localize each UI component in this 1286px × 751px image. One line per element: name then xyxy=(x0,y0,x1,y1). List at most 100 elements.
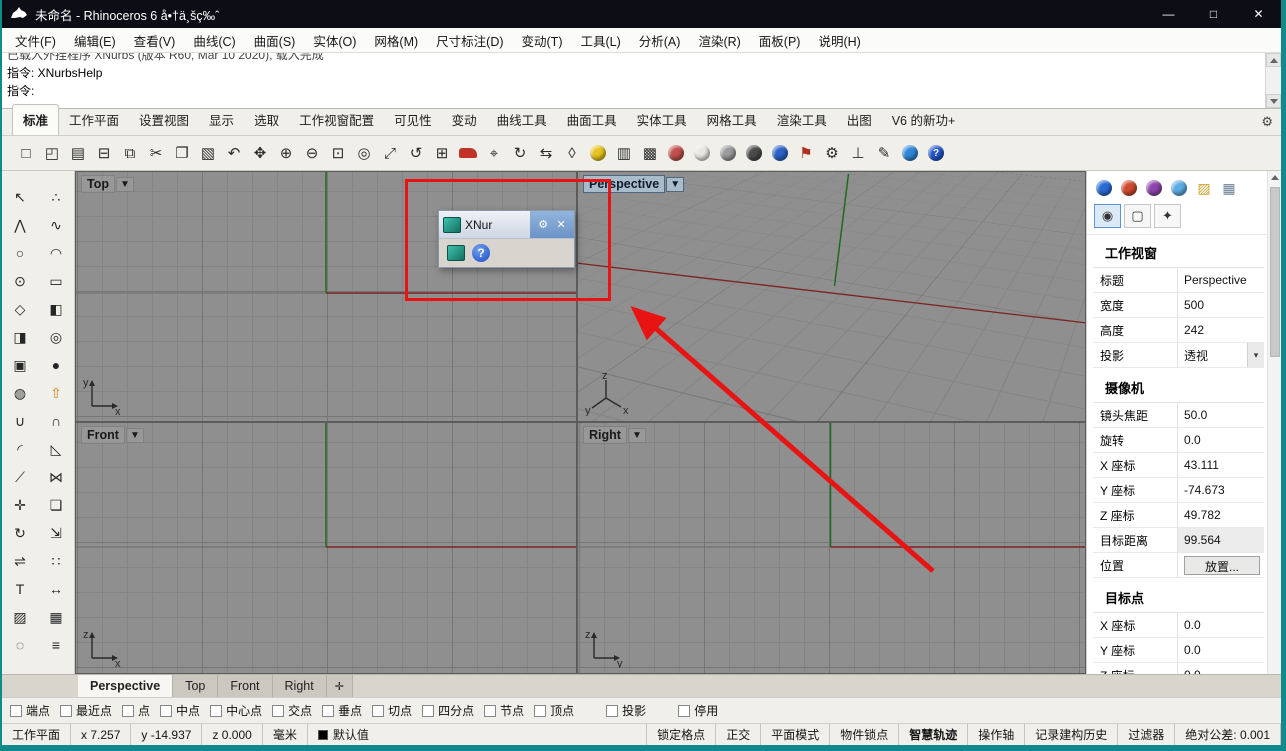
property-value[interactable]: 0.0 xyxy=(1177,613,1264,637)
viewport-camera-icon[interactable]: ◉ xyxy=(1094,204,1121,228)
panel-scrollbar[interactable] xyxy=(1267,171,1281,674)
scale-icon[interactable]: ⇲ xyxy=(43,521,70,545)
viewport-menu-arrow-icon[interactable]: ▼ xyxy=(116,177,134,192)
notes-icon[interactable]: ✎ xyxy=(872,141,896,166)
folder-tab-icon[interactable]: ▨ xyxy=(1194,178,1214,198)
target-mode-icon[interactable]: ✦ xyxy=(1154,204,1181,228)
checkbox-icon[interactable] xyxy=(160,705,172,717)
zoom-out-icon[interactable]: ⊖ xyxy=(300,141,324,166)
toolbar-tab-标准[interactable]: 标准 xyxy=(12,104,59,135)
viewport-top[interactable]: Top ▼ y x xyxy=(75,171,577,422)
property-value[interactable]: 0.0 xyxy=(1177,663,1264,674)
sphere-icon[interactable]: ● xyxy=(43,353,70,377)
layer-icon[interactable]: ≡ xyxy=(43,633,70,657)
toolbar-tab-曲线工具[interactable]: 曲线工具 xyxy=(487,105,557,135)
hide-object-icon[interactable]: ◌ xyxy=(7,633,34,657)
layers-tab-icon[interactable] xyxy=(1144,178,1164,198)
xnurbs-close-icon[interactable]: ✕ xyxy=(556,218,565,231)
property-value[interactable]: 49.782 xyxy=(1177,503,1264,527)
toolbar-tab-设置视图[interactable]: 设置视图 xyxy=(129,105,199,135)
property-value[interactable]: 50.0 xyxy=(1177,403,1264,427)
osnap-节点[interactable]: 节点 xyxy=(484,702,524,719)
property-value[interactable]: -74.673 xyxy=(1177,478,1264,502)
shaded-mode-icon[interactable] xyxy=(716,141,740,166)
materials-tab-icon[interactable] xyxy=(1119,178,1139,198)
viewport-title-label[interactable]: Perspective xyxy=(583,175,665,193)
osnap-最近点[interactable]: 最近点 xyxy=(60,702,112,719)
menu-item-说明(H)[interactable]: 说明(H) xyxy=(809,31,869,50)
open-file-icon[interactable]: ◰ xyxy=(40,141,64,166)
array-icon[interactable]: ∷ xyxy=(43,549,70,573)
viewport-title-perspective[interactable]: Perspective ▼ xyxy=(583,175,684,193)
named-view-icon[interactable] xyxy=(456,141,480,166)
property-value[interactable]: 242 xyxy=(1177,318,1264,342)
status-filter[interactable]: 过滤器 xyxy=(1118,724,1175,745)
four-view-icon[interactable]: ⊞ xyxy=(430,141,454,166)
viewport-front[interactable]: Front ▼ z x xyxy=(75,422,577,674)
extrude-icon[interactable]: ⇧ xyxy=(43,381,70,405)
viewport-right[interactable]: Right ▼ z y xyxy=(577,422,1086,674)
options-gear-icon[interactable]: ⚙ xyxy=(820,141,844,166)
curve-icon[interactable]: ∿ xyxy=(43,213,70,237)
cplane-icon[interactable]: ◊ xyxy=(560,141,584,166)
status-ortho[interactable]: 正交 xyxy=(716,724,761,745)
menu-item-文件(F)[interactable]: 文件(F) xyxy=(6,31,65,50)
xnurbs-gear-icon[interactable]: ⚙ xyxy=(538,218,548,231)
checkbox-icon[interactable] xyxy=(60,705,72,717)
new-file-icon[interactable]: □ xyxy=(14,141,38,166)
viewport-menu-arrow-icon[interactable]: ▼ xyxy=(666,177,684,192)
osnap-中心点[interactable]: 中心点 xyxy=(210,702,262,719)
circle-icon[interactable]: ○ xyxy=(7,241,34,265)
viewport-title-label[interactable]: Right xyxy=(583,426,627,444)
command-area[interactable]: 已载入外挂程序 XNurbs (版本 R60, Mar 10 2020), 载入… xyxy=(2,53,1281,109)
checkbox-icon[interactable] xyxy=(322,705,334,717)
viewport-tab-Perspective[interactable]: Perspective xyxy=(78,675,173,697)
property-value[interactable]: 0.0 xyxy=(1177,638,1264,662)
menu-item-网格(M)[interactable]: 网格(M) xyxy=(365,31,427,50)
property-value[interactable]: Perspective xyxy=(1177,268,1264,292)
checkbox-icon[interactable] xyxy=(10,705,22,717)
toolbar-gear-icon[interactable]: ⚙ xyxy=(1261,114,1273,130)
select-icon[interactable]: ↖ xyxy=(7,185,34,209)
toolbar-tab-可见性[interactable]: 可见性 xyxy=(384,105,442,135)
osnap-交点[interactable]: 交点 xyxy=(272,702,312,719)
boolean-union-icon[interactable]: ∪ xyxy=(7,409,34,433)
grid-toggle-icon[interactable]: ⊥ xyxy=(846,141,870,166)
revolve-icon[interactable]: ◎ xyxy=(43,325,70,349)
viewport-tab-Front[interactable]: Front xyxy=(218,675,272,697)
osnap-四分点[interactable]: 四分点 xyxy=(422,702,474,719)
status-cplane[interactable]: 工作平面 xyxy=(2,724,71,745)
flag-icon[interactable]: ⚑ xyxy=(794,141,818,166)
checkbox-icon[interactable] xyxy=(272,705,284,717)
viewport-title-right[interactable]: Right ▼ xyxy=(583,426,646,444)
place-button[interactable]: 放置... xyxy=(1184,556,1260,575)
xnurbs-dialog[interactable]: XNur ⚙ ✕ ? xyxy=(438,210,575,268)
toolbar-tab-工作视窗配置[interactable]: 工作视窗配置 xyxy=(289,105,384,135)
osnap-切点[interactable]: 切点 xyxy=(372,702,412,719)
pan-icon[interactable]: ✥ xyxy=(248,141,272,166)
toolbar-tab-显示[interactable]: 显示 xyxy=(199,105,244,135)
property-value[interactable]: 43.111 xyxy=(1177,453,1264,477)
loft-icon[interactable]: ◨ xyxy=(7,325,34,349)
point-icon[interactable]: ∴ xyxy=(43,185,70,209)
toolbar-tab-实体工具[interactable]: 实体工具 xyxy=(627,105,697,135)
rectangle-icon[interactable]: ▭ xyxy=(43,269,70,293)
raytrace-mode-icon[interactable] xyxy=(768,141,792,166)
property-value[interactable]: 0.0 xyxy=(1177,428,1264,452)
rotate-view-icon[interactable]: ↻ xyxy=(508,141,532,166)
checkbox-icon[interactable] xyxy=(534,705,546,717)
zoom-dynamic-icon[interactable]: ⊕ xyxy=(274,141,298,166)
join-icon[interactable]: ⋈ xyxy=(43,465,70,489)
command-scrollbar[interactable] xyxy=(1265,53,1281,108)
close-button[interactable]: ✕ xyxy=(1236,0,1281,28)
render-icon[interactable] xyxy=(664,141,688,166)
ghosted-mode-icon[interactable] xyxy=(742,141,766,166)
add-viewport-tab[interactable]: ✛ xyxy=(327,675,353,697)
osnap-投影[interactable]: 投影 xyxy=(606,702,646,719)
place-light-icon[interactable] xyxy=(586,141,610,166)
panel-scroll-up-button[interactable] xyxy=(1268,171,1281,184)
properties-tab-icon[interactable] xyxy=(1094,178,1114,198)
toolbar-tab-选取[interactable]: 选取 xyxy=(244,105,289,135)
viewport-title-label[interactable]: Front xyxy=(81,426,125,444)
print-icon[interactable]: ⊟ xyxy=(92,141,116,166)
